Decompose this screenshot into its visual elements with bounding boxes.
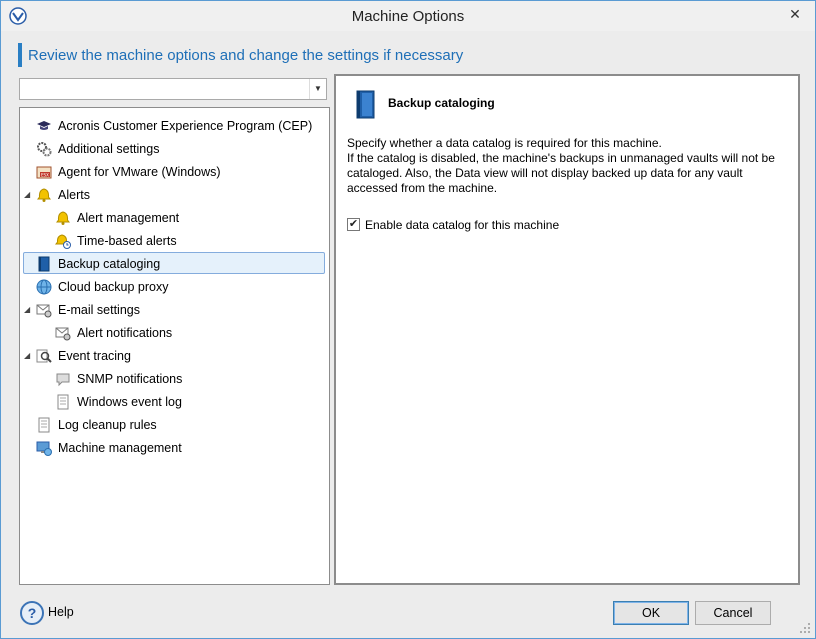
log-document-icon [57,394,69,410]
enable-catalog-label[interactable]: Enable data catalog for this machine [365,217,559,233]
blue-book-icon [38,256,50,272]
description-line: If the catalog is disabled, the machine'… [347,151,775,165]
tree-item-additional-settings[interactable]: Additional settings [36,138,326,160]
tree-item-agent-vmware[interactable]: ESX Agent for VMware (Windows) [36,161,326,183]
header-accent-bar [18,43,22,67]
tree-item-backup-cataloging[interactable]: Backup cataloging [23,252,325,274]
tree-item-label: E-mail settings [58,303,140,317]
tree-item-alert-notifications[interactable]: Alert notifications [55,322,325,344]
expander-email-settings[interactable]: ◢ [24,299,30,321]
tree-item-label: Alert notifications [77,326,173,340]
tree-item-event-tracing[interactable]: Event tracing [36,345,326,367]
tree-item-label: Alerts [58,188,90,202]
tree-item-label: Machine management [58,441,182,455]
tree-item-label: Cloud backup proxy [58,280,169,294]
tree-item-label: Event tracing [58,349,131,363]
cancel-button[interactable]: Cancel [695,601,771,625]
help-button[interactable]: ? Help [20,601,100,625]
monitor-globe-icon [36,441,52,456]
tree-item-alerts[interactable]: Alerts [36,184,326,206]
detail-description: Specify whether a data catalog is requir… [347,136,787,196]
chevron-down-icon[interactable]: ▼ [309,79,326,99]
tree-item-label: Log cleanup rules [58,418,157,432]
page-heading: Review the machine options and change th… [28,47,464,64]
tree-item-cep[interactable]: Acronis Customer Experience Program (CEP… [36,115,326,137]
tree-item-windows-event-log[interactable]: Windows event log [55,391,325,413]
globe-icon [36,279,52,295]
options-tree: Acronis Customer Experience Program (CEP… [19,107,330,585]
tree-item-label: Agent for VMware (Windows) [58,165,221,179]
log-document-icon [38,417,50,433]
title-bar: Machine Options ✕ [1,1,815,31]
tree-item-snmp-notifications[interactable]: SNMP notifications [55,368,325,390]
expander-event-tracing[interactable]: ◢ [24,345,30,367]
tree-item-cloud-backup-proxy[interactable]: Cloud backup proxy [36,276,326,298]
help-label[interactable]: Help [48,605,74,619]
ok-button[interactable]: OK [613,601,689,625]
bell-icon [37,188,51,202]
blue-book-icon [356,90,375,119]
machine-options-window: Machine Options ✕ Review the machine opt… [0,0,816,639]
close-button[interactable]: ✕ [781,4,809,24]
description-line: Specify whether a data catalog is requir… [347,136,662,150]
tree-item-time-based-alerts[interactable]: Time-based alerts [55,230,325,252]
window-title: Machine Options [351,8,465,25]
tree-item-log-cleanup-rules[interactable]: Log cleanup rules [36,414,326,436]
filter-dropdown[interactable]: ▼ [19,78,327,100]
tree-item-label: SNMP notifications [77,372,183,386]
tree-item-email-settings[interactable]: E-mail settings [36,299,326,321]
envelope-gear-icon [36,304,52,318]
bell-clock-icon [55,234,71,249]
tree-item-label: Acronis Customer Experience Program (CEP… [58,119,313,133]
tree-item-machine-management[interactable]: Machine management [36,437,326,459]
gears-icon [37,142,52,157]
tree-item-alert-management[interactable]: Alert management [55,207,325,229]
expander-alerts[interactable]: ◢ [24,184,30,206]
tree-item-label: Time-based alerts [77,234,177,248]
speech-bubble-icon [56,373,70,387]
svg-text:ESX: ESX [41,173,49,178]
graduation-cap-icon [37,121,51,130]
envelope-gear-icon [55,327,71,341]
magnifier-icon [36,349,52,363]
esx-agent-icon: ESX [36,166,52,179]
tree-item-label: Additional settings [58,142,160,156]
enable-catalog-checkbox[interactable]: ✔ [347,218,360,231]
tree-item-label: Alert management [77,211,180,225]
description-line: accessed from the machine. [347,181,498,195]
tree-item-label: Windows event log [77,395,182,409]
help-icon[interactable]: ? [20,601,44,625]
tree-item-label: Backup cataloging [58,257,161,271]
bell-icon [56,211,70,225]
dialog-footer: ? Help OK Cancel [1,593,815,638]
detail-panel: Backup cataloging Specify whether a data… [334,74,800,585]
detail-title: Backup cataloging [388,96,495,110]
description-line: cataloged. Also, the Data view will not … [347,166,743,180]
resize-grip-icon[interactable] [799,622,811,634]
